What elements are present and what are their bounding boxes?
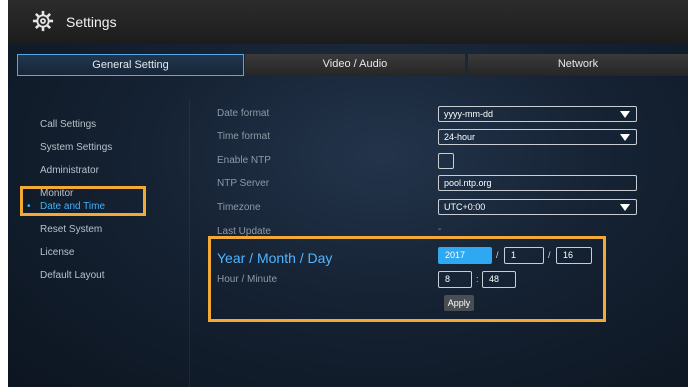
gear-icon xyxy=(32,10,54,32)
last-update-value: - xyxy=(438,224,442,235)
enable-ntp-checkbox[interactable] xyxy=(438,153,454,169)
timezone-label: Timezone xyxy=(217,202,261,213)
tab-general-setting[interactable]: General Setting xyxy=(17,54,244,76)
time-format-select[interactable]: 24-hour xyxy=(438,129,637,145)
timezone-select[interactable]: UTC+0:00 xyxy=(438,199,637,215)
enable-ntp-label: Enable NTP xyxy=(217,155,271,166)
chevron-down-icon xyxy=(620,111,630,118)
chevron-down-icon xyxy=(620,134,630,141)
ntp-server-input[interactable]: pool.ntp.org xyxy=(438,175,637,191)
year-input[interactable]: 2017 xyxy=(438,247,492,264)
hour-input[interactable]: 8 xyxy=(438,271,472,288)
year-month-day-label: Year / Month / Day xyxy=(217,250,333,266)
time-separator: : xyxy=(476,274,479,284)
sidebar-item-default-layout[interactable]: Default Layout xyxy=(40,270,105,281)
window-title: Settings xyxy=(66,14,117,30)
tab-video-audio[interactable]: Video / Audio xyxy=(245,54,465,76)
date-format-value: yyyy-mm-dd xyxy=(444,109,493,119)
ntp-server-value: pool.ntp.org xyxy=(444,178,492,188)
title-bar: Settings xyxy=(8,0,688,44)
sidebar-item-reset-system[interactable]: Reset System xyxy=(40,224,102,235)
date-separator: / xyxy=(496,250,499,260)
tab-bar: General Setting Video / Audio Network xyxy=(8,54,688,78)
time-format-value: 24-hour xyxy=(444,132,476,142)
ntp-server-label: NTP Server xyxy=(217,178,270,189)
sidebar-item-call-settings[interactable]: Call Settings xyxy=(40,119,96,130)
tab-network[interactable]: Network xyxy=(468,54,688,76)
sidebar-item-license[interactable]: License xyxy=(40,247,74,258)
month-input[interactable]: 1 xyxy=(504,247,544,264)
hour-minute-label: Hour / Minute xyxy=(217,274,278,285)
date-separator: / xyxy=(548,250,551,260)
highlight-date-and-time xyxy=(20,186,146,216)
date-format-label: Date format xyxy=(217,108,270,119)
time-format-label: Time format xyxy=(217,131,270,142)
day-input[interactable]: 16 xyxy=(556,247,592,264)
timezone-value: UTC+0:00 xyxy=(444,202,486,212)
date-format-select[interactable]: yyyy-mm-dd xyxy=(438,106,637,122)
sidebar: Call Settings System Settings Administra… xyxy=(8,100,190,387)
apply-button[interactable]: Apply xyxy=(444,295,474,311)
minute-input[interactable]: 48 xyxy=(482,271,516,288)
sidebar-item-administrator[interactable]: Administrator xyxy=(40,165,99,176)
settings-window: Settings General Setting Video / Audio N… xyxy=(8,0,688,387)
sidebar-item-system-settings[interactable]: System Settings xyxy=(40,142,112,153)
chevron-down-icon xyxy=(620,204,630,211)
